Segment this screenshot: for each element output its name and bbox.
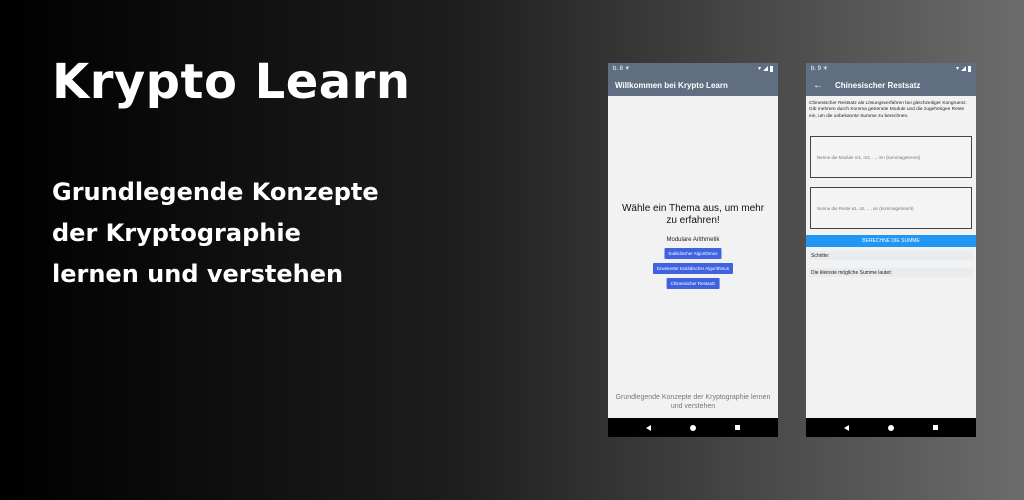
app-bar: Willkommen bei Krypto Learn (608, 74, 778, 96)
nav-back-icon[interactable] (645, 424, 651, 431)
euclid-button[interactable]: Euklidischer Algorithmus (664, 248, 722, 259)
phone-screenshot-crt: b. 9 ☀ ▾ ← Chinesischer Restsatz Chinesi… (806, 63, 976, 437)
remainders-input[interactable]: Nenne die Reste a1, a2, ..., an (kommage… (810, 187, 972, 229)
nav-bar (806, 418, 976, 437)
hero-subtitle: Grundlegende Konzepte der Kryptographie … (52, 178, 379, 288)
result-label: Die kleinste mögliche Summe lautet: (809, 268, 973, 277)
nav-home-icon[interactable] (887, 424, 894, 431)
moduli-placeholder: Nenne die Module m1, m2, ..., mn (kommag… (817, 154, 921, 160)
nav-recents-icon[interactable] (735, 425, 741, 430)
section-title: Modulare Arithmetik (666, 237, 720, 243)
nav-home-icon[interactable] (689, 424, 696, 431)
phone-screenshot-home: b. 8 ☀ ▾ Willkommen bei Krypto Learn Wäh… (608, 63, 778, 437)
status-bar: b. 9 ☀ ▾ (806, 63, 976, 74)
moduli-input[interactable]: Nenne die Module m1, m2, ..., mn (kommag… (810, 136, 972, 178)
app-title: Willkommen bei Krypto Learn (615, 80, 728, 90)
status-left: b. 8 ☀ (613, 66, 631, 72)
crt-button[interactable]: Chinesischer Restsatz (666, 278, 720, 289)
status-icons: ▾ (758, 65, 773, 72)
nav-bar (608, 418, 778, 437)
remainders-placeholder: Nenne die Reste a1, a2, ..., an (kommage… (817, 205, 914, 211)
status-bar: b. 8 ☀ ▾ (608, 63, 778, 74)
app-bar: ← Chinesischer Restsatz (806, 74, 976, 96)
wifi-icon: ▾ (757, 66, 761, 72)
wifi-icon: ▾ (955, 66, 959, 72)
nav-recents-icon[interactable] (933, 425, 939, 430)
battery-icon (968, 65, 971, 72)
status-icons: ▾ (956, 65, 971, 72)
battery-icon (770, 65, 773, 72)
extended-euclid-button[interactable]: Erweiterter Euklidischer Algorithmus (652, 263, 734, 274)
hero-title: Krypto Learn (52, 54, 411, 110)
footer-tagline: Grundlegende Konzepte der Kryptographie … (615, 394, 771, 410)
app-title: Chinesischer Restsatz (835, 80, 921, 90)
topic-heading: Wähle ein Thema aus, um mehr zu erfahren… (621, 203, 765, 226)
compute-sum-button[interactable]: BERECHNE DIE SUMME (806, 235, 976, 247)
crt-description: Chinesischer Restsatz als Lösungsverfahr… (809, 101, 967, 119)
nav-back-icon[interactable] (843, 424, 849, 431)
back-arrow-icon[interactable]: ← (813, 80, 823, 91)
steps-label: Schritte: (809, 251, 973, 260)
signal-icon (763, 66, 768, 71)
status-left: b. 9 ☀ (811, 66, 829, 72)
signal-icon (961, 66, 966, 71)
